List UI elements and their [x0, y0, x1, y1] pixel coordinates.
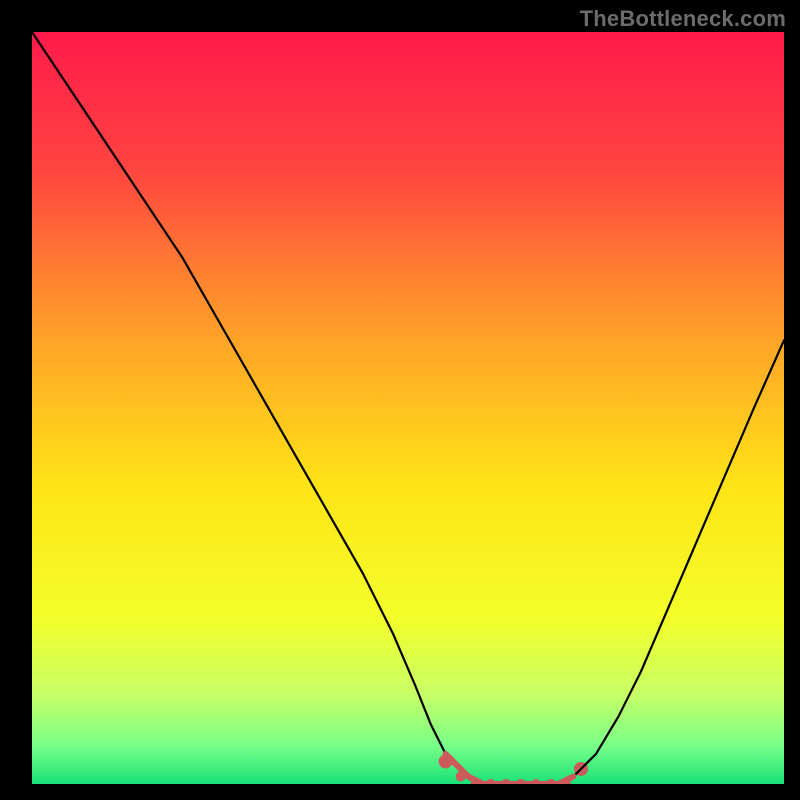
- curve-left-branch: [32, 32, 483, 784]
- curve-right-branch: [573, 340, 784, 776]
- plot-area: [32, 32, 784, 784]
- watermark-text: TheBottleneck.com: [580, 6, 786, 32]
- curve-valley-floor: [446, 754, 574, 784]
- outer-frame: TheBottleneck.com: [0, 0, 800, 800]
- curve-layer: [32, 32, 784, 784]
